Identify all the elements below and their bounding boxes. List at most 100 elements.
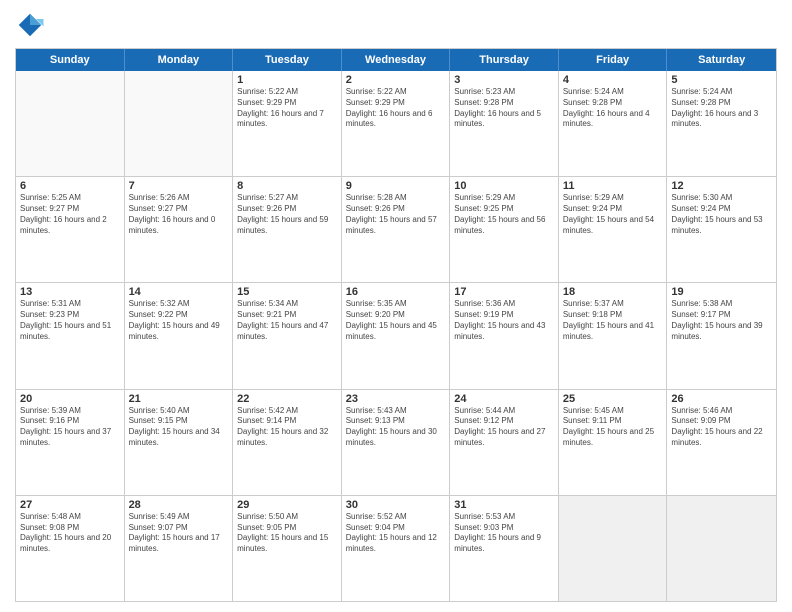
day-number: 20	[20, 393, 120, 405]
day-cell-30: 30Sunrise: 5:52 AM Sunset: 9:04 PM Dayli…	[342, 496, 451, 601]
day-info: Sunrise: 5:27 AM Sunset: 9:26 PM Dayligh…	[237, 193, 337, 236]
day-cell-4: 4Sunrise: 5:24 AM Sunset: 9:28 PM Daylig…	[559, 71, 668, 176]
empty-cell-4-6	[667, 496, 776, 601]
header-day-thursday: Thursday	[450, 49, 559, 71]
day-info: Sunrise: 5:45 AM Sunset: 9:11 PM Dayligh…	[563, 406, 663, 449]
day-number: 25	[563, 393, 663, 405]
day-cell-10: 10Sunrise: 5:29 AM Sunset: 9:25 PM Dayli…	[450, 177, 559, 282]
day-number: 22	[237, 393, 337, 405]
day-number: 26	[671, 393, 772, 405]
day-cell-11: 11Sunrise: 5:29 AM Sunset: 9:24 PM Dayli…	[559, 177, 668, 282]
day-info: Sunrise: 5:34 AM Sunset: 9:21 PM Dayligh…	[237, 299, 337, 342]
day-cell-31: 31Sunrise: 5:53 AM Sunset: 9:03 PM Dayli…	[450, 496, 559, 601]
header	[15, 10, 777, 40]
day-info: Sunrise: 5:25 AM Sunset: 9:27 PM Dayligh…	[20, 193, 120, 236]
calendar-row-4: 20Sunrise: 5:39 AM Sunset: 9:16 PM Dayli…	[16, 389, 776, 495]
page: SundayMondayTuesdayWednesdayThursdayFrid…	[0, 0, 792, 612]
day-cell-9: 9Sunrise: 5:28 AM Sunset: 9:26 PM Daylig…	[342, 177, 451, 282]
day-info: Sunrise: 5:24 AM Sunset: 9:28 PM Dayligh…	[563, 87, 663, 130]
day-number: 31	[454, 499, 554, 511]
day-cell-22: 22Sunrise: 5:42 AM Sunset: 9:14 PM Dayli…	[233, 390, 342, 495]
day-info: Sunrise: 5:32 AM Sunset: 9:22 PM Dayligh…	[129, 299, 229, 342]
day-number: 19	[671, 286, 772, 298]
day-info: Sunrise: 5:38 AM Sunset: 9:17 PM Dayligh…	[671, 299, 772, 342]
day-number: 21	[129, 393, 229, 405]
day-number: 29	[237, 499, 337, 511]
logo	[15, 10, 49, 40]
day-info: Sunrise: 5:22 AM Sunset: 9:29 PM Dayligh…	[346, 87, 446, 130]
day-number: 1	[237, 74, 337, 86]
header-day-wednesday: Wednesday	[342, 49, 451, 71]
day-info: Sunrise: 5:52 AM Sunset: 9:04 PM Dayligh…	[346, 512, 446, 555]
day-cell-3: 3Sunrise: 5:23 AM Sunset: 9:28 PM Daylig…	[450, 71, 559, 176]
day-info: Sunrise: 5:23 AM Sunset: 9:28 PM Dayligh…	[454, 87, 554, 130]
day-cell-27: 27Sunrise: 5:48 AM Sunset: 9:08 PM Dayli…	[16, 496, 125, 601]
header-day-saturday: Saturday	[667, 49, 776, 71]
day-number: 28	[129, 499, 229, 511]
day-number: 6	[20, 180, 120, 192]
day-number: 8	[237, 180, 337, 192]
day-number: 12	[671, 180, 772, 192]
calendar: SundayMondayTuesdayWednesdayThursdayFrid…	[15, 48, 777, 602]
day-cell-20: 20Sunrise: 5:39 AM Sunset: 9:16 PM Dayli…	[16, 390, 125, 495]
day-cell-15: 15Sunrise: 5:34 AM Sunset: 9:21 PM Dayli…	[233, 283, 342, 388]
calendar-row-1: 1Sunrise: 5:22 AM Sunset: 9:29 PM Daylig…	[16, 71, 776, 176]
day-info: Sunrise: 5:42 AM Sunset: 9:14 PM Dayligh…	[237, 406, 337, 449]
header-day-monday: Monday	[125, 49, 234, 71]
day-info: Sunrise: 5:49 AM Sunset: 9:07 PM Dayligh…	[129, 512, 229, 555]
day-cell-18: 18Sunrise: 5:37 AM Sunset: 9:18 PM Dayli…	[559, 283, 668, 388]
day-number: 18	[563, 286, 663, 298]
day-cell-26: 26Sunrise: 5:46 AM Sunset: 9:09 PM Dayli…	[667, 390, 776, 495]
day-info: Sunrise: 5:37 AM Sunset: 9:18 PM Dayligh…	[563, 299, 663, 342]
day-info: Sunrise: 5:50 AM Sunset: 9:05 PM Dayligh…	[237, 512, 337, 555]
day-cell-5: 5Sunrise: 5:24 AM Sunset: 9:28 PM Daylig…	[667, 71, 776, 176]
day-cell-28: 28Sunrise: 5:49 AM Sunset: 9:07 PM Dayli…	[125, 496, 234, 601]
day-cell-29: 29Sunrise: 5:50 AM Sunset: 9:05 PM Dayli…	[233, 496, 342, 601]
day-info: Sunrise: 5:29 AM Sunset: 9:25 PM Dayligh…	[454, 193, 554, 236]
empty-cell-0-0	[16, 71, 125, 176]
day-cell-14: 14Sunrise: 5:32 AM Sunset: 9:22 PM Dayli…	[125, 283, 234, 388]
day-number: 14	[129, 286, 229, 298]
day-info: Sunrise: 5:29 AM Sunset: 9:24 PM Dayligh…	[563, 193, 663, 236]
day-number: 24	[454, 393, 554, 405]
day-info: Sunrise: 5:28 AM Sunset: 9:26 PM Dayligh…	[346, 193, 446, 236]
header-day-friday: Friday	[559, 49, 668, 71]
day-number: 3	[454, 74, 554, 86]
day-info: Sunrise: 5:35 AM Sunset: 9:20 PM Dayligh…	[346, 299, 446, 342]
day-number: 15	[237, 286, 337, 298]
day-info: Sunrise: 5:26 AM Sunset: 9:27 PM Dayligh…	[129, 193, 229, 236]
header-day-tuesday: Tuesday	[233, 49, 342, 71]
day-number: 11	[563, 180, 663, 192]
day-cell-6: 6Sunrise: 5:25 AM Sunset: 9:27 PM Daylig…	[16, 177, 125, 282]
day-cell-25: 25Sunrise: 5:45 AM Sunset: 9:11 PM Dayli…	[559, 390, 668, 495]
day-number: 7	[129, 180, 229, 192]
day-number: 16	[346, 286, 446, 298]
calendar-header: SundayMondayTuesdayWednesdayThursdayFrid…	[16, 49, 776, 71]
day-cell-13: 13Sunrise: 5:31 AM Sunset: 9:23 PM Dayli…	[16, 283, 125, 388]
day-info: Sunrise: 5:43 AM Sunset: 9:13 PM Dayligh…	[346, 406, 446, 449]
calendar-body: 1Sunrise: 5:22 AM Sunset: 9:29 PM Daylig…	[16, 71, 776, 601]
day-number: 5	[671, 74, 772, 86]
day-cell-19: 19Sunrise: 5:38 AM Sunset: 9:17 PM Dayli…	[667, 283, 776, 388]
day-info: Sunrise: 5:22 AM Sunset: 9:29 PM Dayligh…	[237, 87, 337, 130]
day-info: Sunrise: 5:31 AM Sunset: 9:23 PM Dayligh…	[20, 299, 120, 342]
day-number: 27	[20, 499, 120, 511]
day-info: Sunrise: 5:30 AM Sunset: 9:24 PM Dayligh…	[671, 193, 772, 236]
day-number: 17	[454, 286, 554, 298]
day-number: 30	[346, 499, 446, 511]
day-number: 9	[346, 180, 446, 192]
day-cell-7: 7Sunrise: 5:26 AM Sunset: 9:27 PM Daylig…	[125, 177, 234, 282]
header-day-sunday: Sunday	[16, 49, 125, 71]
day-number: 23	[346, 393, 446, 405]
day-cell-16: 16Sunrise: 5:35 AM Sunset: 9:20 PM Dayli…	[342, 283, 451, 388]
logo-icon	[15, 10, 45, 40]
day-number: 13	[20, 286, 120, 298]
empty-cell-0-1	[125, 71, 234, 176]
empty-cell-4-5	[559, 496, 668, 601]
day-cell-8: 8Sunrise: 5:27 AM Sunset: 9:26 PM Daylig…	[233, 177, 342, 282]
day-cell-2: 2Sunrise: 5:22 AM Sunset: 9:29 PM Daylig…	[342, 71, 451, 176]
calendar-row-3: 13Sunrise: 5:31 AM Sunset: 9:23 PM Dayli…	[16, 282, 776, 388]
day-cell-1: 1Sunrise: 5:22 AM Sunset: 9:29 PM Daylig…	[233, 71, 342, 176]
day-info: Sunrise: 5:48 AM Sunset: 9:08 PM Dayligh…	[20, 512, 120, 555]
calendar-row-2: 6Sunrise: 5:25 AM Sunset: 9:27 PM Daylig…	[16, 176, 776, 282]
